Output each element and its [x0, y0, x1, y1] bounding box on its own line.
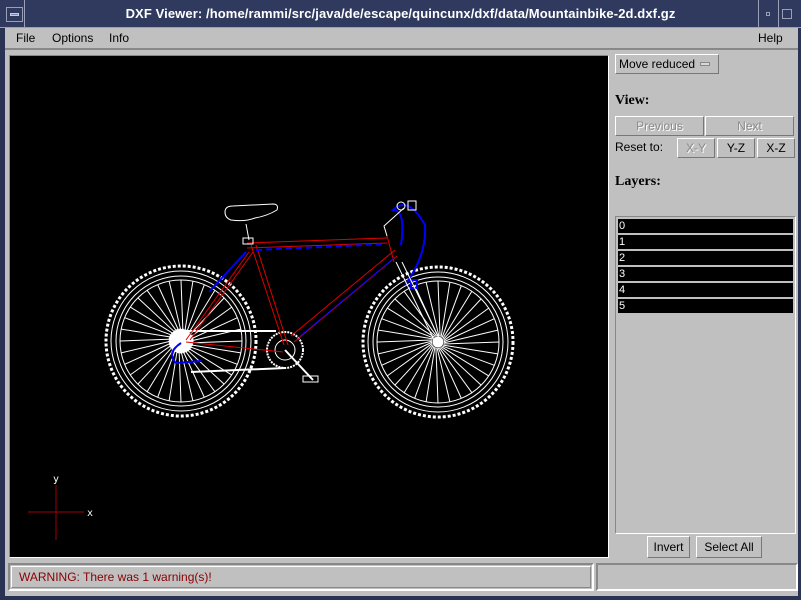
previous-button[interactable]: Previous	[615, 116, 704, 136]
spoke	[180, 279, 184, 336]
chainring	[266, 331, 319, 383]
menu-help[interactable]: Help	[758, 31, 783, 45]
layer-item[interactable]: 2	[618, 251, 793, 265]
layer-item[interactable]: 1	[618, 235, 793, 249]
fork-stem	[224, 200, 441, 341]
fork	[395, 261, 435, 341]
spoke	[443, 329, 498, 344]
spoke	[376, 339, 433, 343]
x-axis-label: x	[87, 508, 93, 519]
saddle	[224, 203, 278, 222]
move-mode-select[interactable]: Move reduced	[615, 54, 719, 74]
next-button[interactable]: Next	[705, 116, 794, 136]
reset-xy-button[interactable]: X-Y	[677, 138, 715, 158]
title-separator	[778, 0, 779, 28]
maximize-button[interactable]	[781, 7, 797, 22]
drawing-svg: x y	[28, 200, 515, 540]
layer-item[interactable]: 5	[618, 299, 793, 313]
reset-label: Reset to:	[615, 140, 664, 154]
window-title: DXF Viewer: /home/rammi/src/java/de/esca…	[125, 6, 676, 21]
select-all-button[interactable]: Select All	[696, 536, 762, 558]
spoke	[121, 339, 176, 354]
invert-button[interactable]: Invert	[647, 536, 690, 558]
menu-options[interactable]: Options	[52, 31, 93, 45]
status-bar: WARNING: There was 1 warning(s)!	[8, 563, 594, 591]
title-bar[interactable]: DXF Viewer: /home/rammi/src/java/de/esca…	[0, 0, 801, 28]
axis-indicator	[28, 485, 84, 540]
spoke	[436, 347, 451, 402]
menu-file[interactable]: File	[16, 31, 35, 45]
top-tube	[246, 237, 388, 244]
menu-bar: File Options Info Help	[5, 28, 798, 50]
seat-stay-2	[189, 251, 254, 341]
app-window: File Options Info Help x y Move reduced …	[5, 28, 798, 596]
reset-xz-button[interactable]: X-Z	[757, 138, 795, 158]
layers-list[interactable]: 0 1 2 3 4 5	[615, 216, 796, 534]
view-heading: View:	[615, 93, 650, 108]
spoke	[378, 340, 433, 355]
minimize-icon	[766, 12, 770, 16]
spoke	[437, 280, 441, 337]
maximize-icon	[782, 9, 792, 19]
y-axis-label: y	[53, 474, 59, 485]
status-bar-secondary	[596, 563, 798, 591]
menu-info[interactable]: Info	[109, 31, 129, 45]
drawing-canvas[interactable]: x y	[9, 55, 609, 558]
spoke	[435, 347, 439, 404]
option-menu-indicator-icon	[700, 62, 710, 66]
chain	[185, 330, 287, 373]
rear-wheel	[104, 264, 258, 418]
rear-brake-cable	[208, 251, 247, 293]
status-message: WARNING: There was 1 warning(s)!	[19, 570, 212, 584]
layers-heading: Layers:	[615, 174, 661, 189]
front-hub	[432, 336, 444, 348]
spoke	[179, 346, 194, 401]
spoke	[443, 341, 500, 345]
minimize-button[interactable]	[760, 7, 778, 22]
layer-item[interactable]: 0	[618, 219, 793, 233]
spoke	[168, 281, 183, 336]
layer-item[interactable]: 3	[618, 267, 793, 281]
layer-item[interactable]: 4	[618, 283, 793, 297]
stem	[383, 207, 405, 237]
rear-cassette	[168, 328, 194, 354]
reset-yz-button[interactable]: Y-Z	[717, 138, 755, 158]
front-wheel	[361, 265, 515, 419]
move-mode-value: Move reduced	[619, 57, 696, 71]
handlebar-cables	[390, 204, 427, 286]
title-separator	[758, 0, 759, 28]
spoke	[178, 346, 182, 403]
side-panel: Move reduced View: Previous Next Reset t…	[613, 52, 798, 560]
head-tube	[386, 235, 395, 263]
spoke	[119, 338, 176, 342]
